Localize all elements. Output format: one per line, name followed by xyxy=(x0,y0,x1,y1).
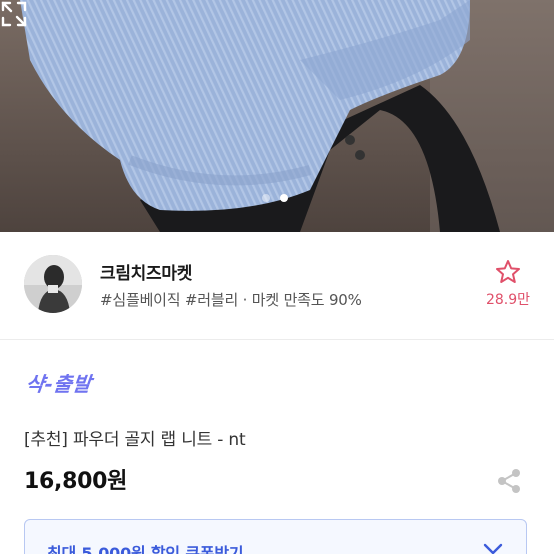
carousel-indicator[interactable] xyxy=(262,194,288,202)
product-price: 16,800원 xyxy=(24,469,128,494)
coupon-button[interactable]: 최대 5,000원 할인 쿠폰받기 xyxy=(24,519,527,554)
shipping-badge: 샥-출발 xyxy=(24,372,93,396)
seller-name[interactable]: 크림치즈마켓 xyxy=(100,259,192,284)
seller-avatar[interactable] xyxy=(24,255,82,313)
product-title: [추천] 파우더 골지 랩 니트 - nt xyxy=(24,430,246,450)
seller-tags: #심플베이직 #러블리 · 마켓 만족도 90% xyxy=(100,291,362,309)
favorite-button[interactable]: 28.9만 xyxy=(478,259,538,309)
fullscreen-icon[interactable] xyxy=(0,0,28,28)
star-icon xyxy=(496,260,520,283)
chevron-down-icon xyxy=(483,543,503,554)
product-image[interactable] xyxy=(0,0,554,232)
coupon-label: 최대 5,000원 할인 쿠폰받기 xyxy=(47,544,244,554)
carousel-dot-active[interactable] xyxy=(280,194,288,202)
favorite-count: 28.9만 xyxy=(485,292,531,308)
avatar-image xyxy=(24,255,82,313)
carousel-dot[interactable] xyxy=(262,194,270,202)
seller-info[interactable]: 크림치즈마켓 #심플베이직 #러블리 · 마켓 만족도 90% 28.9만 xyxy=(0,232,554,340)
share-icon[interactable] xyxy=(496,468,522,494)
